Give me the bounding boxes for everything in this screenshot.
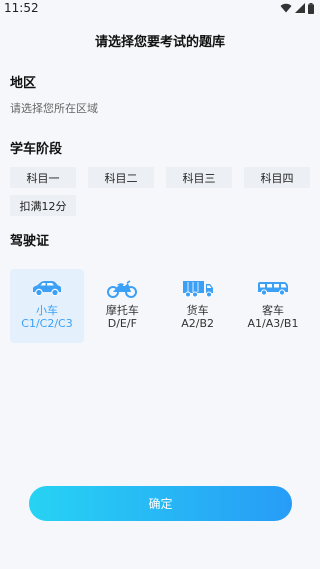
stage-option-subject-4[interactable]: 科目四 xyxy=(244,167,310,188)
license-name-bus: 客车 xyxy=(261,304,284,317)
license-code-bus: A1/A3/B1 xyxy=(247,317,299,330)
license-name-truck: 货车 xyxy=(186,304,209,317)
page-title: 请选择您要考试的题库 xyxy=(94,34,225,50)
status-icons xyxy=(280,2,314,14)
region-title: 地区 xyxy=(10,76,37,91)
stage-option-deducted-12[interactable]: 扣满12分 xyxy=(10,195,76,216)
motorcycle-icon xyxy=(107,280,138,298)
stage-option-subject-3[interactable]: 科目三 xyxy=(166,167,232,188)
license-option-bus[interactable]: 客车 A1/A3/B1 xyxy=(236,269,310,343)
license-option-truck[interactable]: 货车 A2/B2 xyxy=(161,269,235,343)
license-name-car: 小车 xyxy=(36,304,58,317)
car-icon xyxy=(33,281,61,297)
signal-icon xyxy=(295,3,305,13)
license-code-truck: A2/B2 xyxy=(181,317,215,330)
license-code-car: C1/C2/C3 xyxy=(21,317,73,330)
truck-icon xyxy=(182,281,213,298)
license-code-motorcycle: D/E/F xyxy=(107,317,137,330)
status-bar: 11:52 xyxy=(0,0,320,16)
stage-option-subject-1[interactable]: 科目一 xyxy=(10,167,76,188)
license-title: 驾驶证 xyxy=(10,234,50,249)
confirm-button[interactable]: 确定 xyxy=(29,486,292,521)
license-name-motorcycle: 摩托车 xyxy=(105,304,139,317)
battery-icon xyxy=(308,2,314,14)
stage-option-subject-2[interactable]: 科目二 xyxy=(88,167,154,188)
stage-options: 科目一 科目二 科目三 科目四 扣满12分 xyxy=(0,167,320,216)
license-options: 小车 C1/C2/C3 摩托车 D/E/F 货车 A2/B2 客车 A1/A3/… xyxy=(0,269,320,343)
bus-icon xyxy=(257,282,288,296)
status-time: 11:52 xyxy=(4,1,39,15)
license-option-motorcycle[interactable]: 摩托车 D/E/F xyxy=(85,269,159,343)
stage-title: 学车阶段 xyxy=(10,142,63,157)
license-option-car[interactable]: 小车 C1/C2/C3 xyxy=(10,269,84,343)
region-selector[interactable]: 请选择您所在区域 xyxy=(0,100,320,116)
wifi-icon xyxy=(280,3,292,13)
